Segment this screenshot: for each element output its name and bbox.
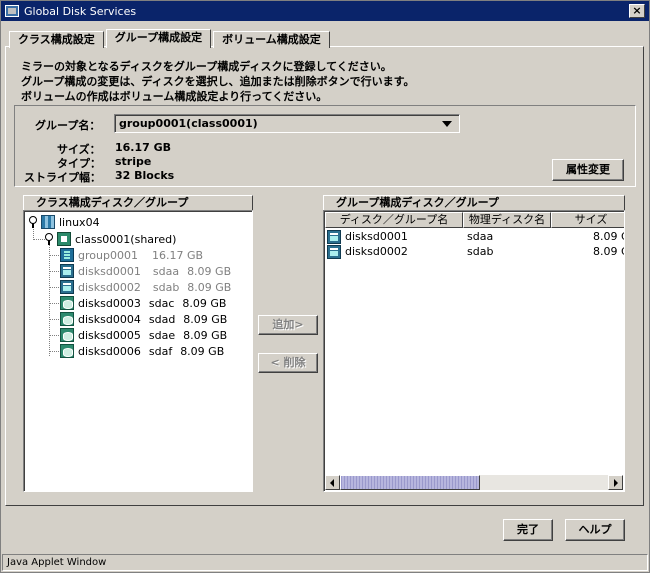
tab-volume-config[interactable]: ボリューム構成設定: [213, 31, 330, 48]
disk-icon: [60, 328, 74, 342]
col-physical-disk-header[interactable]: 物理ディスク名: [463, 212, 551, 228]
group-name-select[interactable]: group0001(class0001): [114, 114, 460, 133]
stripe-width-label: ストライプ幅：: [24, 171, 101, 184]
scroll-left-arrow-icon[interactable]: [325, 475, 340, 490]
disk-icon: [60, 312, 74, 326]
scroll-right-arrow-icon[interactable]: [608, 475, 623, 490]
close-button[interactable]: ×: [629, 4, 645, 18]
title-bar: Global Disk Services ×: [1, 1, 649, 21]
group-icon: [60, 248, 74, 262]
item-size: 8.09 GB: [183, 312, 228, 326]
item-size: 8.09 GB: [187, 264, 232, 278]
add-button[interactable]: 追加>: [258, 315, 318, 335]
tree-node-host[interactable]: linux04: [28, 214, 100, 230]
disk-icon: [60, 296, 74, 310]
tree-node-disk[interactable]: disksd0006 sdaf 8.09 GB: [60, 343, 224, 359]
app-icon: [5, 5, 19, 17]
disk-in-group-icon: [327, 244, 341, 259]
stripe-width-value: 32 Blocks: [115, 169, 175, 182]
collapse-key-icon[interactable]: [44, 233, 53, 245]
row-name: disksd0001: [345, 230, 408, 243]
item-disk: sdab: [152, 280, 180, 294]
item-name: disksd0002: [78, 280, 141, 294]
host-icon: [41, 215, 55, 229]
tree-node-disk[interactable]: disksd0002 sdab 8.09 GB: [60, 279, 231, 295]
host-label: linux04: [59, 215, 100, 229]
size-value: 16.17 GB: [115, 141, 172, 154]
tree-node-disk[interactable]: disksd0005 sdae 8.09 GB: [60, 327, 227, 343]
tree-node-disk[interactable]: disksd0003 sdac 8.09 GB: [60, 295, 226, 311]
row-disk: sdaa: [467, 230, 494, 243]
item-disk: sdad: [148, 312, 176, 326]
chevron-down-icon[interactable]: [442, 121, 452, 127]
disk-icon: [60, 344, 74, 358]
item-disk: sdaa: [152, 264, 180, 278]
tree-node-group[interactable]: group0001 16.17 GB: [60, 247, 203, 263]
disk-in-group-icon: [60, 280, 74, 294]
instruction-line-2: グループ構成の変更は、ディスクを選択し、追加または削除ボタンで行います。: [21, 75, 415, 88]
item-disk: sdac: [148, 296, 175, 310]
horizontal-scrollbar[interactable]: [325, 475, 623, 490]
col-name-header[interactable]: ディスク／グループ名: [325, 212, 463, 228]
type-value: stripe: [115, 155, 152, 168]
tab-class-config[interactable]: クラス構成設定: [9, 31, 104, 48]
class-disk-tree[interactable]: linux04 class0001(shared) group0001 16.1…: [23, 210, 253, 492]
item-name: disksd0001: [78, 264, 141, 278]
table-row[interactable]: disksd0001 sdaa 8.09 G: [325, 229, 624, 244]
collapse-key-icon[interactable]: [28, 216, 37, 228]
table-row[interactable]: disksd0002 sdab 8.09 G: [325, 244, 624, 259]
group-name-value: group0001(class0001): [119, 117, 258, 130]
item-name: group0001: [78, 248, 138, 262]
finish-button[interactable]: 完了: [503, 519, 553, 541]
item-size: 8.09 GB: [180, 344, 225, 358]
window-title: Global Disk Services: [24, 4, 137, 18]
group-name-label: グループ名：: [35, 119, 101, 132]
row-size: 8.09 G: [593, 230, 624, 243]
item-name: disksd0006: [78, 344, 141, 358]
item-name: disksd0003: [78, 296, 141, 310]
item-disk: sdae: [148, 328, 176, 342]
tab-group-config[interactable]: グループ構成設定: [105, 29, 212, 48]
instruction-line-3: ボリュームの作成はボリューム構成設定より行ってください。: [21, 90, 328, 103]
item-size: 8.09 GB: [187, 280, 232, 294]
tree-node-disk[interactable]: disksd0004 sdad 8.09 GB: [60, 311, 227, 327]
item-name: disksd0005: [78, 328, 141, 342]
disk-in-group-icon: [327, 229, 341, 244]
row-disk: sdab: [467, 245, 494, 258]
item-name: disksd0004: [78, 312, 141, 326]
item-size: 8.09 GB: [183, 328, 228, 342]
row-size: 8.09 G: [593, 245, 624, 258]
group-disk-pane-header: グループ構成ディスク／グループ: [323, 195, 625, 211]
class-icon: [57, 232, 71, 246]
class-disk-pane-header: クラス構成ディスク／グループ: [23, 195, 253, 211]
applet-status-bar: Java Applet Window: [2, 554, 648, 571]
class-label: class0001(shared): [75, 232, 177, 246]
group-disk-table[interactable]: ディスク／グループ名 物理ディスク名 サイズ disksd0001 sdaa 8…: [323, 210, 625, 492]
scrollbar-thumb[interactable]: [340, 475, 480, 490]
item-size: 8.09 GB: [182, 296, 227, 310]
main-window: Global Disk Services × クラス構成設定 グループ構成設定 …: [0, 0, 650, 573]
col-size-header[interactable]: サイズ: [551, 212, 624, 228]
item-size: 16.17 GB: [151, 248, 204, 262]
table-header: ディスク／グループ名 物理ディスク名 サイズ: [325, 212, 624, 228]
instruction-line-1: ミラーの対象となるディスクをグループ構成ディスクに登録してください。: [21, 60, 392, 73]
tab-bar: クラス構成設定 グループ構成設定 ボリューム構成設定: [9, 29, 332, 48]
disk-in-group-icon: [60, 264, 74, 278]
change-attributes-button[interactable]: 属性変更: [552, 159, 624, 181]
row-name: disksd0002: [345, 245, 408, 258]
remove-button[interactable]: < 削除: [258, 353, 318, 373]
tree-node-disk[interactable]: disksd0001 sdaa 8.09 GB: [60, 263, 231, 279]
help-button[interactable]: ヘルプ: [565, 519, 625, 541]
item-disk: sdaf: [148, 344, 173, 358]
tree-node-class[interactable]: class0001(shared): [44, 231, 176, 247]
instructions: ミラーの対象となるディスクをグループ構成ディスクに登録してください。 グループ構…: [21, 59, 414, 104]
